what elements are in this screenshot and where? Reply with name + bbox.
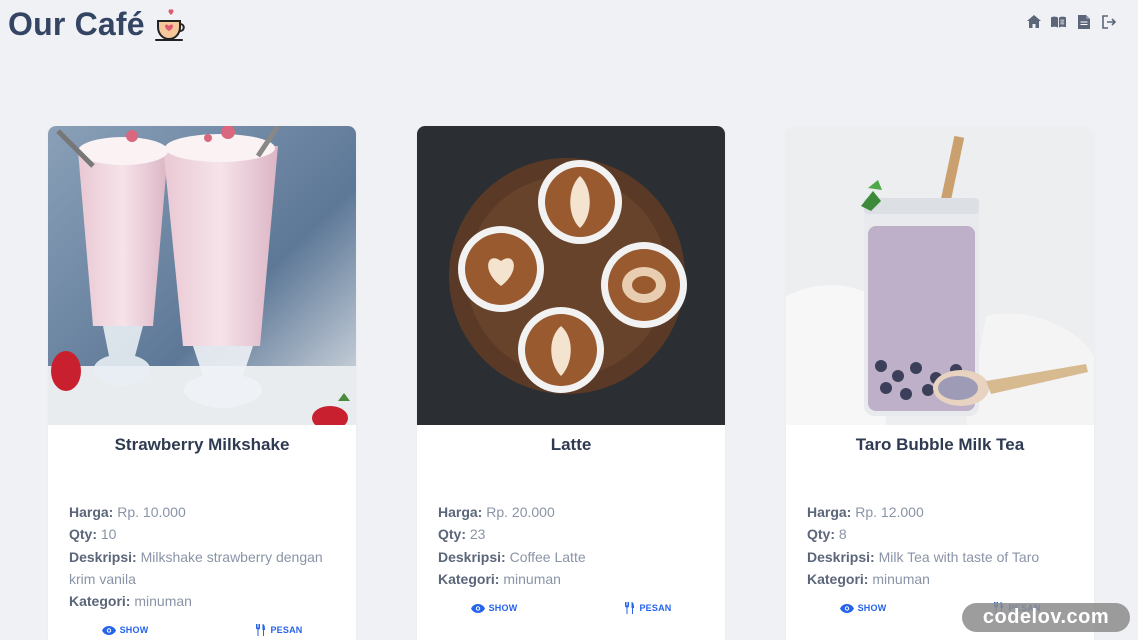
desc-value: Milk Tea with taste of Taro xyxy=(878,548,1040,565)
category-value: minuman xyxy=(503,570,561,587)
desc-label: Deskripsi: xyxy=(69,548,137,565)
document-icon xyxy=(1077,14,1090,29)
product-category: Kategori: minuman xyxy=(69,590,335,612)
product-qty: Qty: 10 xyxy=(69,523,335,545)
card-actions: SHOW PESAN xyxy=(48,624,356,636)
order-label: PESAN xyxy=(639,603,672,613)
desc-value: Coffee Latte xyxy=(509,548,586,565)
eye-icon xyxy=(101,625,116,635)
price-label: Harga: xyxy=(438,504,483,520)
strawberry-milkshake-image xyxy=(48,126,356,425)
product-category: Kategori: minuman xyxy=(807,568,1073,590)
product-price: Harga: Rp. 20.000 xyxy=(438,501,704,523)
utensils-icon xyxy=(256,624,266,636)
price-label: Harga: xyxy=(69,504,114,520)
coffee-cup-icon xyxy=(154,8,185,41)
card-actions: SHOW PESAN xyxy=(417,602,725,614)
product-desc: Deskripsi: Milk Tea with taste of Taro xyxy=(807,546,1073,568)
product-name: Taro Bubble Milk Tea xyxy=(855,435,1025,454)
order-button[interactable]: PESAN xyxy=(202,624,356,636)
product-card: Latte Harga: Rp. 20.000 Qty: 23 Deskrips… xyxy=(417,126,725,640)
product-desc: Deskripsi: Milkshake strawberry dengan k… xyxy=(69,546,335,591)
desc-label: Deskripsi: xyxy=(807,548,875,565)
product-card: Strawberry Milkshake Harga: Rp. 10.000 Q… xyxy=(48,126,356,640)
order-button[interactable]: PESAN xyxy=(571,602,725,614)
product-desc: Deskripsi: Coffee Latte xyxy=(438,546,704,568)
product-category: Kategori: minuman xyxy=(438,568,704,590)
show-label: SHOW xyxy=(488,603,518,613)
desc-label: Deskripsi: xyxy=(438,548,506,565)
product-price: Harga: Rp. 10.000 xyxy=(69,501,335,523)
product-card: Taro Bubble Milk Tea Harga: Rp. 12.000 Q… xyxy=(786,126,1094,640)
latte-image xyxy=(417,126,725,425)
show-label: SHOW xyxy=(857,603,887,613)
watermark-badge: codelov.com xyxy=(962,603,1130,632)
product-name: Strawberry Milkshake xyxy=(114,435,290,454)
qty-label: Qty: xyxy=(69,526,97,543)
eye-icon xyxy=(839,603,854,613)
menu-nav-button[interactable] xyxy=(1051,14,1066,29)
category-label: Kategori: xyxy=(807,570,869,587)
logout-icon xyxy=(1101,14,1116,29)
price-value: Rp. 12.000 xyxy=(855,504,924,520)
price-label: Harga: xyxy=(807,504,852,520)
product-info: Harga: Rp. 10.000 Qty: 10 Deskripsi: Mil… xyxy=(48,501,356,612)
price-value: Rp. 20.000 xyxy=(486,504,555,520)
qty-value: 23 xyxy=(469,526,486,543)
top-nav xyxy=(1026,14,1116,29)
category-value: minuman xyxy=(872,570,930,587)
qty-value: 8 xyxy=(838,526,847,543)
product-qty: Qty: 23 xyxy=(438,523,704,545)
product-info: Harga: Rp. 20.000 Qty: 23 Deskripsi: Cof… xyxy=(417,501,725,590)
menu-book-icon xyxy=(1051,16,1066,28)
qty-label: Qty: xyxy=(438,526,466,543)
order-label: PESAN xyxy=(270,625,303,635)
logout-nav-button[interactable] xyxy=(1101,14,1116,29)
show-button[interactable]: SHOW xyxy=(417,602,571,614)
category-label: Kategori: xyxy=(69,593,131,610)
product-qty: Qty: 8 xyxy=(807,523,1073,545)
show-button[interactable]: SHOW xyxy=(786,602,940,614)
show-label: SHOW xyxy=(119,625,149,635)
home-nav-button[interactable] xyxy=(1026,14,1041,29)
product-info: Harga: Rp. 12.000 Qty: 8 Deskripsi: Milk… xyxy=(786,501,1094,590)
qty-value: 10 xyxy=(100,526,117,543)
product-price: Harga: Rp. 12.000 xyxy=(807,501,1073,523)
category-value: minuman xyxy=(134,593,192,610)
eye-icon xyxy=(470,603,485,613)
brand: Our Café xyxy=(8,6,189,43)
product-name: Latte xyxy=(550,435,592,454)
show-button[interactable]: SHOW xyxy=(48,624,202,636)
category-label: Kategori: xyxy=(438,570,500,587)
qty-label: Qty: xyxy=(807,526,835,543)
home-icon xyxy=(1026,15,1041,28)
utensils-icon xyxy=(625,602,635,614)
taro-bubble-tea-image xyxy=(786,126,1094,425)
price-value: Rp. 10.000 xyxy=(117,504,186,520)
document-nav-button[interactable] xyxy=(1076,14,1091,29)
app-title: Our Café xyxy=(8,6,145,42)
